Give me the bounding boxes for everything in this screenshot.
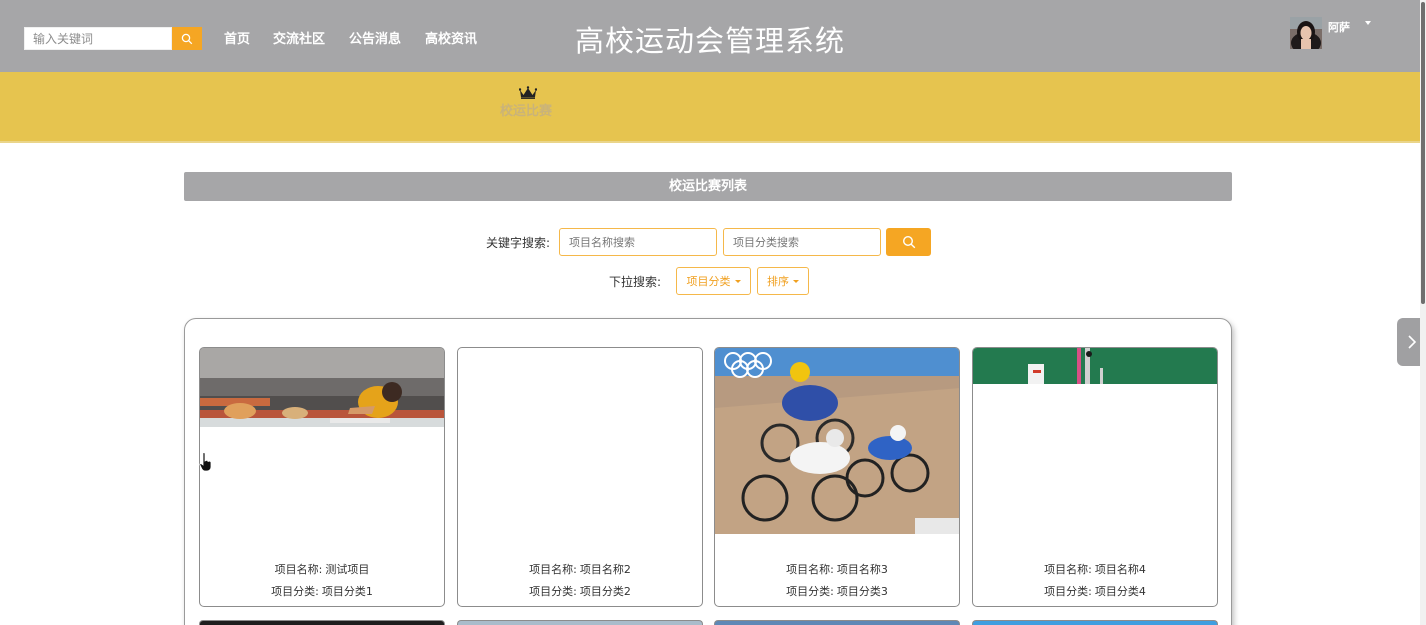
search-icon	[902, 235, 915, 249]
top-header: 高校运动会管理系统 阿萨	[0, 0, 1420, 72]
nav-bar	[0, 72, 1420, 143]
project-card[interactable]: 项目名称: 项目名称2 项目分类: 项目分类2	[457, 347, 703, 607]
card-category-key: 项目分类:	[529, 585, 577, 598]
nav-search-button[interactable]	[172, 27, 202, 50]
project-card[interactable]: 项目名称: 项目名称4 项目分类: 项目分类4	[972, 347, 1218, 607]
card-name-key: 项目名称:	[1044, 563, 1092, 576]
card-category-key: 项目分类:	[271, 585, 319, 598]
project-card[interactable]: 项目名称: 项目名称3 项目分类: 项目分类3	[714, 347, 960, 607]
card-category-key: 项目分类:	[1044, 585, 1092, 598]
sort-dropdown-label: 排序	[767, 275, 789, 288]
project-card[interactable]: 项目名称: 测试项目 项目分类: 项目分类1	[199, 347, 445, 607]
nav-link-announcements[interactable]: 公告消息	[349, 28, 401, 47]
card-category: 项目分类4	[1094, 585, 1146, 598]
project-card[interactable]	[457, 620, 703, 625]
list-title: 校运比赛列表	[184, 172, 1232, 201]
card-name: 项目名称4	[1094, 563, 1146, 576]
project-card[interactable]	[972, 620, 1218, 625]
cycling-photo	[715, 348, 959, 534]
site-title: 高校运动会管理系统	[574, 24, 845, 58]
card-name: 项目名称2	[579, 563, 631, 576]
card-name-key: 项目名称:	[529, 563, 577, 576]
category-dropdown[interactable]: 项目分类	[676, 267, 751, 295]
nav-link-home[interactable]: 首页	[224, 28, 250, 47]
sort-dropdown[interactable]: 排序	[757, 267, 809, 295]
user-menu[interactable]: 阿萨	[1290, 17, 1371, 49]
nav-search-input[interactable]	[24, 27, 172, 50]
card-name: 项目名称3	[836, 563, 888, 576]
card-name: 测试项目	[325, 563, 370, 576]
category-dropdown-label: 项目分类	[686, 275, 731, 288]
card-name-key: 项目名称:	[786, 563, 834, 576]
avatar[interactable]	[1290, 17, 1322, 49]
dropdown-search-label: 下拉搜索:	[609, 275, 662, 289]
caret-down-icon	[793, 279, 799, 283]
hurdles-photo	[200, 348, 444, 427]
project-card[interactable]	[199, 620, 445, 625]
nav-link-competitions[interactable]: 校运比赛	[500, 100, 552, 119]
nav-link-community[interactable]: 交流社区	[273, 28, 325, 47]
card-category-key: 项目分类:	[786, 585, 834, 598]
search-button[interactable]	[886, 228, 931, 256]
card-category: 项目分类3	[836, 585, 888, 598]
scrollbar-thumb[interactable]	[1421, 2, 1425, 304]
search-icon	[181, 33, 193, 44]
card-category: 项目分类1	[321, 585, 373, 598]
username[interactable]: 阿萨	[1328, 19, 1350, 35]
project-name-search-input[interactable]	[559, 228, 717, 256]
card-category: 项目分类2	[579, 585, 631, 598]
caret-down-icon[interactable]	[1365, 21, 1371, 25]
caret-down-icon	[734, 279, 741, 283]
keyword-search-label: 关键字搜索:	[486, 236, 551, 250]
stadium-photo	[973, 348, 1217, 384]
nav-link-news[interactable]: 高校资讯	[425, 28, 477, 47]
crown-icon	[519, 86, 537, 99]
chevron-right-icon	[1407, 335, 1416, 349]
hand-cursor-icon	[199, 452, 212, 472]
project-category-search-input[interactable]	[723, 228, 881, 256]
project-card[interactable]	[714, 620, 960, 625]
card-name-key: 项目名称:	[274, 563, 323, 576]
